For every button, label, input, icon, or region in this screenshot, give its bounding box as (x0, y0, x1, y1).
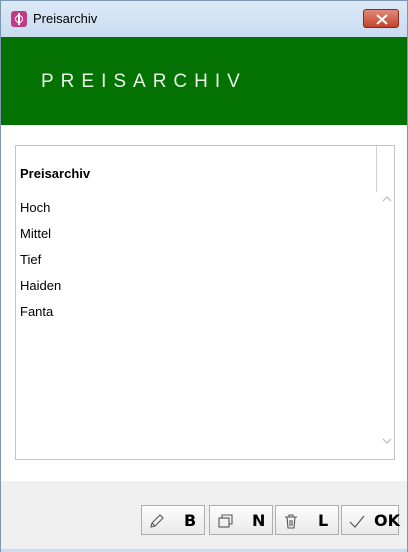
delete-button-label: L (318, 511, 329, 530)
content-area: Preisarchiv Hoch Mittel Tief Haiden Fant… (1, 125, 407, 481)
header-banner: PREISARCHIV (1, 37, 407, 125)
chevron-down-icon[interactable] (382, 436, 392, 446)
dialog-window: Preisarchiv PREISARCHIV Preisarchiv Hoch… (0, 0, 408, 552)
list-item[interactable]: Haiden (20, 278, 61, 293)
new-button[interactable]: N (209, 505, 273, 535)
delete-button[interactable]: L (275, 505, 339, 535)
list-header: Preisarchiv (20, 166, 91, 181)
header-divider (376, 146, 377, 192)
title-bar[interactable]: Preisarchiv (1, 1, 407, 37)
button-bar: B N L OK (1, 481, 407, 551)
banner-title: PREISARCHIV (41, 71, 247, 92)
chevron-up-icon[interactable] (382, 194, 392, 204)
close-button[interactable] (363, 9, 399, 28)
window-title: Preisarchiv (33, 11, 98, 26)
list-item[interactable]: Fanta (20, 304, 53, 319)
archive-list[interactable]: Preisarchiv Hoch Mittel Tief Haiden Fant… (15, 145, 395, 460)
new-button-label: N (252, 511, 266, 530)
ok-button[interactable]: OK (341, 505, 400, 535)
edit-button-label: B (184, 511, 197, 530)
list-item[interactable]: Mittel (20, 226, 51, 241)
checkmark-icon (349, 515, 365, 528)
app-logo-icon (11, 11, 27, 27)
list-item[interactable]: Tief (20, 252, 41, 267)
ok-button-label: OK (374, 511, 400, 530)
copy-icon (218, 514, 233, 528)
trash-icon (285, 514, 297, 529)
close-icon (376, 14, 388, 25)
pencil-icon (150, 514, 164, 528)
list-item[interactable]: Hoch (20, 200, 50, 215)
edit-button[interactable]: B (141, 505, 205, 535)
